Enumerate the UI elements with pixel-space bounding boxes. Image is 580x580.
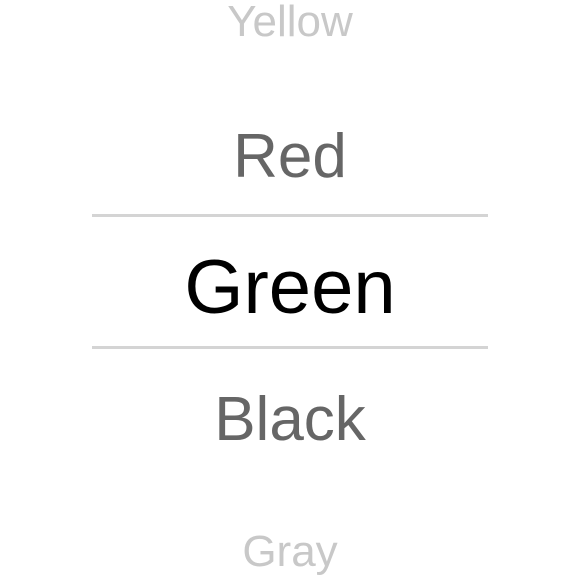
picker-option-black[interactable]: Black [0, 389, 580, 451]
selection-divider-top [92, 214, 488, 217]
picker-option-gray[interactable]: Gray [0, 530, 580, 574]
picker-option-red[interactable]: Red [0, 126, 580, 188]
color-picker-wheel[interactable]: Yellow Red Green Black Gray [0, 0, 580, 580]
picker-option-green-selected[interactable]: Green [0, 250, 580, 326]
picker-option-yellow[interactable]: Yellow [0, 0, 580, 44]
selection-divider-bottom [92, 346, 488, 349]
